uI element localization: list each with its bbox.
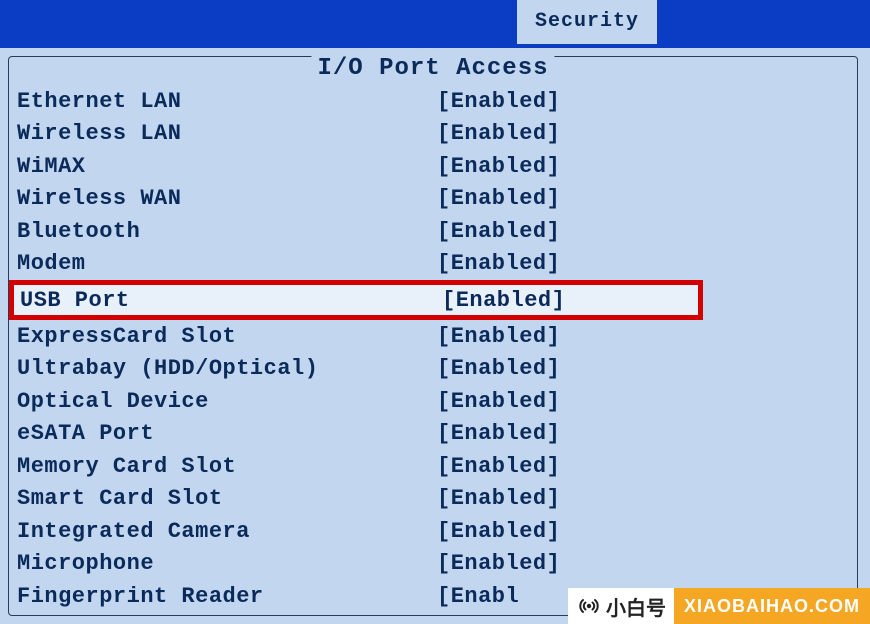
setting-row[interactable]: Bluetooth[Enabled] <box>15 215 853 248</box>
watermark-brand-text: 小白号 <box>606 592 666 621</box>
setting-label: Integrated Camera <box>17 519 437 544</box>
setting-row[interactable]: Memory Card Slot[Enabled] <box>15 450 853 483</box>
settings-list: Ethernet LAN[Enabled]Wireless LAN[Enable… <box>9 79 857 613</box>
setting-row[interactable]: eSATA Port[Enabled] <box>15 418 853 451</box>
setting-row[interactable]: Smart Card Slot[Enabled] <box>15 483 853 516</box>
watermark-badge: 小白号 XIAOBAIHAO.COM <box>568 588 870 624</box>
setting-value[interactable]: [Enabled] <box>437 389 560 414</box>
setting-label: USB Port <box>20 288 442 313</box>
setting-row[interactable]: USB Port[Enabled] <box>9 280 703 320</box>
panel-title: I/O Port Access <box>311 55 554 82</box>
bios-header: Security <box>0 0 870 48</box>
setting-value[interactable]: [Enabled] <box>437 154 560 179</box>
setting-row[interactable]: Optical Device[Enabled] <box>15 385 853 418</box>
setting-label: Optical Device <box>17 389 437 414</box>
setting-label: Modem <box>17 251 437 276</box>
io-port-access-panel: I/O Port Access Ethernet LAN[Enabled]Wir… <box>8 56 858 616</box>
setting-value[interactable]: [Enabled] <box>442 288 565 313</box>
setting-row[interactable]: Ultrabay (HDD/Optical)[Enabled] <box>15 353 853 386</box>
tab-security[interactable]: Security <box>517 0 657 44</box>
setting-label: WiMAX <box>17 154 437 179</box>
setting-label: eSATA Port <box>17 421 437 446</box>
setting-label: Ethernet LAN <box>17 89 437 114</box>
bios-content: I/O Port Access Ethernet LAN[Enabled]Wir… <box>0 48 870 616</box>
setting-value[interactable]: [Enabled] <box>437 251 560 276</box>
watermark-domain: XIAOBAIHAO.COM <box>674 588 870 624</box>
setting-value[interactable]: [Enabled] <box>437 121 560 146</box>
setting-value[interactable]: [Enabled] <box>437 356 560 381</box>
watermark-brand: 小白号 <box>568 588 674 624</box>
setting-value[interactable]: [Enabled] <box>437 519 560 544</box>
setting-label: Smart Card Slot <box>17 486 437 511</box>
setting-row[interactable]: Wireless WAN[Enabled] <box>15 183 853 216</box>
setting-value[interactable]: [Enabled] <box>437 421 560 446</box>
setting-row[interactable]: Modem[Enabled] <box>15 248 853 281</box>
setting-value[interactable]: [Enabl <box>437 584 519 609</box>
setting-row[interactable]: Integrated Camera[Enabled] <box>15 515 853 548</box>
setting-value[interactable]: [Enabled] <box>437 486 560 511</box>
signal-icon <box>578 596 600 616</box>
setting-row[interactable]: Wireless LAN[Enabled] <box>15 118 853 151</box>
setting-row[interactable]: WiMAX[Enabled] <box>15 150 853 183</box>
setting-label: Memory Card Slot <box>17 454 437 479</box>
setting-value[interactable]: [Enabled] <box>437 89 560 114</box>
setting-row[interactable]: Ethernet LAN[Enabled] <box>15 85 853 118</box>
setting-row[interactable]: ExpressCard Slot[Enabled] <box>15 320 853 353</box>
setting-label: Microphone <box>17 551 437 576</box>
setting-label: Fingerprint Reader <box>17 584 437 609</box>
setting-value[interactable]: [Enabled] <box>437 186 560 211</box>
setting-value[interactable]: [Enabled] <box>437 454 560 479</box>
setting-value[interactable]: [Enabled] <box>437 219 560 244</box>
setting-value[interactable]: [Enabled] <box>437 551 560 576</box>
setting-label: Wireless WAN <box>17 186 437 211</box>
setting-row[interactable]: Microphone[Enabled] <box>15 548 853 581</box>
setting-label: Wireless LAN <box>17 121 437 146</box>
setting-label: Ultrabay (HDD/Optical) <box>17 356 437 381</box>
setting-label: Bluetooth <box>17 219 437 244</box>
setting-value[interactable]: [Enabled] <box>437 324 560 349</box>
setting-label: ExpressCard Slot <box>17 324 437 349</box>
